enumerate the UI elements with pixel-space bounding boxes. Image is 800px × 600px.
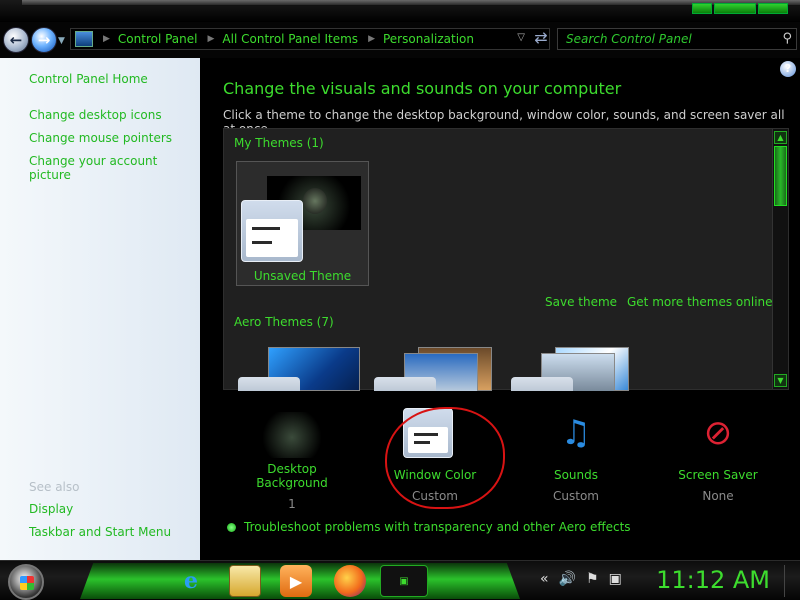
annotation-red-circle bbox=[385, 407, 505, 509]
aero-themes-heading: Aero Themes (7) bbox=[234, 315, 334, 329]
chevron-right-icon[interactable]: ▶ bbox=[368, 34, 375, 44]
forward-button[interactable]: → bbox=[31, 27, 57, 53]
volume-icon[interactable]: 🔊 bbox=[559, 571, 576, 587]
taskbar: e ▶ ▣ « 🔊 ⚑ ▣ 11:12 AM bbox=[0, 560, 800, 600]
address-dropdown-icon[interactable]: ▽ bbox=[517, 32, 525, 43]
screen-saver-icon: ⊘ bbox=[703, 413, 733, 453]
control-panel-taskbar-icon[interactable]: ▣ bbox=[380, 565, 428, 597]
sounds-button[interactable]: ♫ Sounds Custom bbox=[516, 408, 636, 503]
change-mouse-pointers-link[interactable]: Change mouse pointers bbox=[29, 131, 172, 145]
titlebar-strip bbox=[22, 0, 800, 6]
scroll-thumb[interactable] bbox=[774, 146, 787, 206]
bottom-item-value: 1 bbox=[288, 497, 296, 511]
refresh-icon[interactable]: ⇄ bbox=[532, 29, 550, 47]
maximize-button[interactable] bbox=[714, 3, 756, 14]
breadcrumb-control-panel[interactable]: Control Panel bbox=[118, 32, 198, 46]
scroll-down-icon[interactable]: ▼ bbox=[774, 374, 787, 387]
search-box: ⚲ bbox=[557, 28, 797, 50]
start-button[interactable] bbox=[8, 564, 44, 600]
window-color-swatch-icon bbox=[241, 200, 303, 262]
internet-explorer-icon[interactable]: e bbox=[175, 565, 207, 597]
desktop-background-button[interactable]: Desktop Background 1 bbox=[232, 408, 352, 511]
window-controls bbox=[692, 3, 788, 14]
chevron-right-icon[interactable]: ▶ bbox=[103, 34, 110, 44]
troubleshoot-icon bbox=[227, 522, 236, 532]
display-link[interactable]: Display bbox=[29, 502, 73, 516]
show-desktop-button[interactable] bbox=[784, 565, 798, 597]
control-panel-home-link[interactable]: Control Panel Home bbox=[29, 72, 148, 86]
back-button[interactable]: ← bbox=[3, 27, 29, 53]
wallpaper-logo-icon bbox=[303, 188, 327, 214]
firefox-icon[interactable] bbox=[334, 565, 366, 597]
troubleshoot-label: Troubleshoot problems with transparency … bbox=[244, 520, 631, 534]
window-color-swatch-icon bbox=[238, 377, 300, 391]
screen-saver-button[interactable]: ⊘ Screen Saver None bbox=[658, 408, 778, 503]
unsaved-theme-label: Unsaved Theme bbox=[253, 269, 352, 283]
troubleshoot-link[interactable]: Troubleshoot problems with transparency … bbox=[227, 520, 631, 534]
themes-scrollbar[interactable]: ▲ ▼ bbox=[772, 129, 788, 389]
show-hidden-icons-icon[interactable]: « bbox=[540, 571, 549, 587]
taskbar-start-menu-link[interactable]: Taskbar and Start Menu bbox=[29, 525, 171, 539]
desktop-background-icon bbox=[254, 412, 330, 458]
minimize-button[interactable] bbox=[692, 3, 712, 14]
themes-list: My Themes (1) Unsaved Theme Save theme G… bbox=[223, 128, 789, 391]
recent-pages-dropdown-icon[interactable]: ▼ bbox=[58, 36, 65, 46]
my-themes-heading: My Themes (1) bbox=[234, 136, 324, 150]
get-more-themes-link[interactable]: Get more themes online bbox=[627, 295, 773, 309]
control-panel-icon bbox=[75, 31, 93, 47]
bottom-item-value: None bbox=[702, 489, 734, 503]
clock[interactable]: 11:12 AM bbox=[656, 566, 770, 594]
sidebar: Control Panel Home Change desktop icons … bbox=[0, 58, 200, 560]
breadcrumb-personalization[interactable]: Personalization bbox=[383, 32, 474, 46]
bottom-item-label: Desktop Background bbox=[256, 462, 328, 490]
save-theme-link[interactable]: Save theme bbox=[545, 295, 617, 309]
bottom-item-label: Screen Saver bbox=[678, 468, 758, 482]
aero-theme-windows7[interactable] bbox=[238, 347, 362, 391]
unsaved-theme-tile[interactable]: Unsaved Theme bbox=[236, 161, 369, 286]
help-icon[interactable]: ? bbox=[780, 61, 796, 77]
chevron-right-icon[interactable]: ▶ bbox=[208, 34, 215, 44]
media-player-icon[interactable]: ▶ bbox=[280, 565, 312, 597]
breadcrumb-all-items[interactable]: All Control Panel Items bbox=[222, 32, 358, 46]
address-bar: ← → ▼ ▶ Control Panel ▶ All Control Pane… bbox=[0, 22, 800, 58]
aero-theme-characters[interactable] bbox=[511, 347, 635, 391]
bottom-item-value: Custom bbox=[553, 489, 599, 503]
window-color-swatch-icon bbox=[511, 377, 573, 391]
change-account-picture-link[interactable]: Change your account picture bbox=[29, 154, 200, 182]
change-desktop-icons-link[interactable]: Change desktop icons bbox=[29, 108, 162, 122]
sounds-icon: ♫ bbox=[560, 413, 592, 453]
aero-theme-architecture[interactable] bbox=[374, 347, 498, 391]
scroll-up-icon[interactable]: ▲ bbox=[774, 131, 787, 144]
bottom-item-label: Sounds bbox=[553, 468, 599, 482]
search-icon[interactable]: ⚲ bbox=[782, 31, 792, 46]
window-color-swatch-icon bbox=[374, 377, 436, 391]
main-content: ? Change the visuals and sounds on your … bbox=[200, 58, 800, 560]
see-also-heading: See also bbox=[29, 480, 80, 494]
action-center-flag-icon[interactable]: ⚑ bbox=[586, 571, 599, 587]
system-tray: « 🔊 ⚑ ▣ bbox=[540, 571, 622, 587]
window-titlebar bbox=[0, 0, 800, 22]
windows-explorer-icon[interactable] bbox=[229, 565, 261, 597]
network-icon[interactable]: ▣ bbox=[609, 571, 622, 587]
page-title: Change the visuals and sounds on your co… bbox=[223, 79, 622, 98]
breadcrumb[interactable]: ▶ Control Panel ▶ All Control Panel Item… bbox=[70, 28, 550, 50]
search-input[interactable] bbox=[558, 29, 768, 49]
close-button[interactable] bbox=[758, 3, 788, 14]
